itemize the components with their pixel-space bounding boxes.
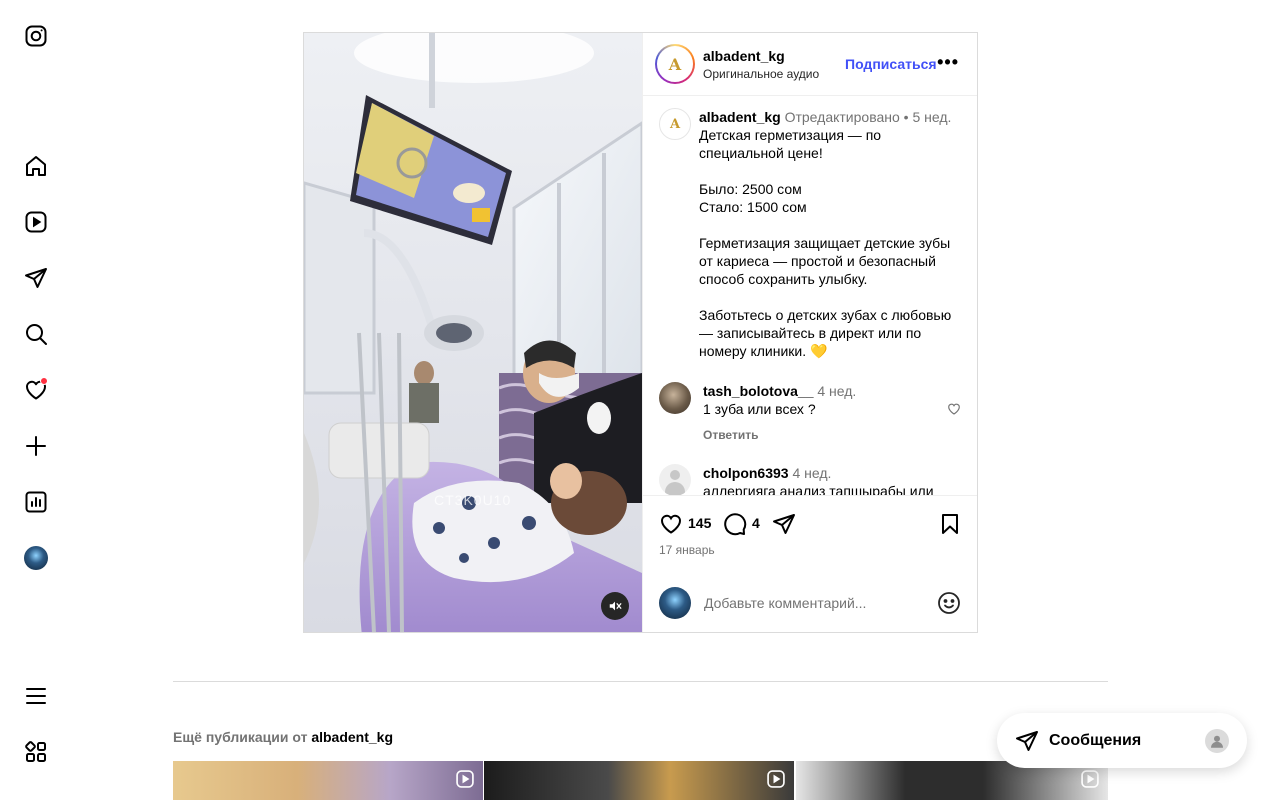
author-avatar[interactable]: A [655, 44, 695, 84]
video-watermark: CT3K0U10 [434, 492, 512, 508]
post-actions: 145 4 17 январь [643, 495, 977, 632]
comment-box [643, 574, 977, 632]
like-heart-icon[interactable] [659, 512, 683, 536]
reel-icon [456, 770, 474, 788]
mute-button[interactable] [601, 592, 629, 620]
reels-icon[interactable] [22, 208, 50, 236]
messages-widget[interactable]: Сообщения [997, 713, 1247, 768]
home-icon[interactable] [22, 152, 50, 180]
comment-time[interactable]: 4 нед. [792, 465, 831, 481]
messages-avatar [1205, 728, 1229, 753]
follow-button[interactable]: Подписаться [845, 56, 937, 72]
comments-count[interactable]: 4 [752, 515, 760, 531]
more-posts-heading: Ещё публикации от albadent_kg [173, 729, 393, 745]
save-bookmark-icon[interactable] [938, 512, 962, 536]
messages-label: Сообщения [1049, 731, 1142, 749]
more-posts-username[interactable]: albadent_kg [311, 729, 393, 745]
reel-icon [767, 770, 785, 788]
more-options-icon[interactable]: ••• [937, 53, 959, 71]
current-user-avatar [659, 587, 691, 619]
post-sidebar: A albadent_kg Оригинальное аудио Подписа… [642, 33, 977, 632]
user-silhouette-icon [1211, 735, 1223, 748]
like-comment-heart-icon[interactable] [947, 402, 961, 416]
caption: A albadent_kg Отредактировано • 5 нед. Д… [659, 108, 961, 360]
reel-icon [1081, 770, 1099, 788]
post-date[interactable]: 17 январь [659, 543, 715, 557]
post-header: A albadent_kg Оригинальное аудио Подписа… [643, 33, 977, 96]
caption-avatar[interactable]: A [659, 108, 691, 140]
caption-dot: • [899, 109, 913, 125]
create-plus-icon[interactable] [22, 432, 50, 460]
post-video[interactable]: CT3K0U10 [304, 33, 642, 632]
notification-dot [40, 377, 48, 385]
comment-username[interactable]: tash_bolotova__ [703, 383, 813, 399]
comment-text: аллергияга анализ тапшырабы или [703, 483, 934, 495]
profile-avatar[interactable] [22, 544, 50, 572]
caption-time[interactable]: 5 нед. [912, 109, 951, 125]
caption-text: Детская герметизация — по специальной це… [699, 127, 952, 359]
caption-username[interactable]: albadent_kg [699, 109, 781, 125]
more-post-thumbnail[interactable] [173, 761, 483, 800]
comment-text: 1 зуба или всех ? [703, 401, 816, 417]
muted-speaker-icon [609, 601, 622, 611]
menu-icon[interactable] [22, 682, 50, 710]
dashboard-icon[interactable] [22, 488, 50, 516]
author-username[interactable]: albadent_kg [703, 48, 819, 64]
comment-bubble-icon[interactable] [723, 512, 747, 536]
comment-username[interactable]: cholpon6393 [703, 465, 789, 481]
section-divider [173, 681, 1108, 682]
comment-time[interactable]: 4 нед. [817, 383, 856, 399]
also-from-meta-icon[interactable] [22, 738, 50, 766]
caption-edited: Отредактировано [784, 109, 900, 125]
notifications-heart-icon[interactable] [22, 376, 50, 404]
original-audio-link[interactable]: Оригинальное аудио [703, 67, 819, 81]
share-paper-plane-icon[interactable] [772, 512, 796, 536]
emoji-icon[interactable] [937, 591, 961, 615]
commenter-avatar[interactable] [659, 382, 691, 414]
add-comment-input[interactable] [704, 595, 937, 611]
clinic-logo-icon: A [668, 54, 682, 74]
instagram-logo-icon[interactable] [22, 22, 50, 50]
comments-section[interactable]: A albadent_kg Отредактировано • 5 нед. Д… [643, 96, 977, 495]
messages-paper-plane-icon [1016, 730, 1038, 751]
commenter-avatar[interactable] [659, 464, 691, 495]
likes-count[interactable]: 145 [688, 515, 711, 531]
sidebar [0, 0, 72, 800]
comment-item: cholpon6393 4 нед. аллергияга анализ тап… [659, 464, 961, 495]
post-modal: CT3K0U10 A albadent_kg Оригинальное ауди… [303, 32, 978, 633]
search-icon[interactable] [22, 320, 50, 348]
more-posts-prefix: Ещё публикации от [173, 729, 312, 745]
comment-item: tash_bolotova__ 4 нед. 1 зуба или всех ?… [659, 382, 961, 444]
messages-icon[interactable] [22, 264, 50, 292]
video-frame-illustration [304, 33, 642, 632]
reply-button[interactable]: Ответить [703, 426, 856, 444]
more-post-thumbnail[interactable] [484, 761, 794, 800]
